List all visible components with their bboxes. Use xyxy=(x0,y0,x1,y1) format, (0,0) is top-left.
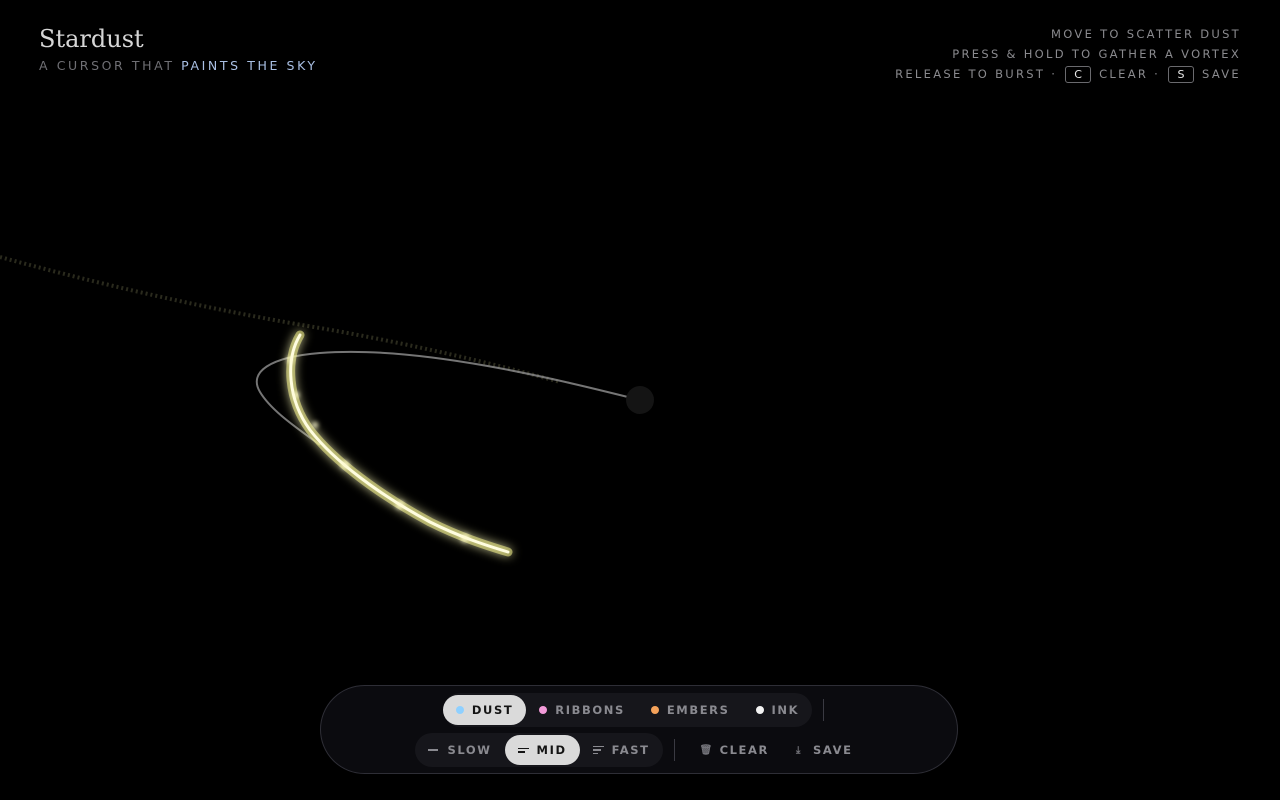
mode-dust-button[interactable]: DUST xyxy=(442,695,527,725)
sparkle-stroke xyxy=(286,330,513,557)
app-title: Stardust xyxy=(39,25,144,53)
clear-button[interactable]: 🗑 CLEAR xyxy=(690,735,779,765)
trash-icon: 🗑 xyxy=(699,744,714,756)
hint-move: MOVE TO SCATTER DUST xyxy=(1051,27,1241,41)
mode-ribbons-button[interactable]: RIBBONS xyxy=(526,695,638,725)
speed-fast-button[interactable]: FAST xyxy=(580,735,663,765)
speed-row: SLOW MID FAST 🗑 CLEAR ⤓ SAVE xyxy=(321,733,957,767)
mode-row: DUST RIBBONS EMBERS INK xyxy=(321,693,957,727)
save-label: SAVE xyxy=(812,743,853,757)
save-button[interactable]: ⤓ SAVE xyxy=(783,735,863,765)
single-line-icon xyxy=(428,749,439,751)
cursor-ring xyxy=(626,386,654,414)
sky-canvas[interactable] xyxy=(0,0,1280,800)
speed-mid-button[interactable]: MID xyxy=(504,735,580,765)
mode-ink-button[interactable]: INK xyxy=(743,695,813,725)
mode-embers-label: EMBERS xyxy=(666,703,730,717)
hint-release-text: RELEASE TO BURST · xyxy=(895,67,1058,81)
hint-save-text: SAVE xyxy=(1202,67,1241,81)
divider xyxy=(823,699,825,721)
hint-hold: PRESS & HOLD TO GATHER A VORTEX xyxy=(952,47,1241,61)
ink-dot-icon xyxy=(755,706,764,714)
clear-label: CLEAR xyxy=(719,743,769,757)
speed-slow-label: SLOW xyxy=(447,743,492,757)
speed-fast-label: FAST xyxy=(611,743,650,757)
tagline-accent: PAINTS THE SKY xyxy=(181,58,318,73)
speed-mid-label: MID xyxy=(536,743,567,757)
ribbons-dot-icon xyxy=(539,706,548,714)
clear-key: C xyxy=(1065,66,1092,83)
mode-selector: DUST RIBBONS EMBERS INK xyxy=(442,693,813,727)
tagline-prefix: A CURSOR THAT xyxy=(39,58,182,73)
mode-embers-button[interactable]: EMBERS xyxy=(638,695,743,725)
two-lines-icon xyxy=(517,747,529,753)
embers-dot-icon xyxy=(650,706,659,714)
speed-slow-button[interactable]: SLOW xyxy=(415,735,504,765)
divider xyxy=(673,739,675,761)
download-icon: ⤓ xyxy=(795,744,802,756)
save-key: S xyxy=(1168,66,1195,83)
sparkle-specks xyxy=(287,357,469,542)
three-lines-icon xyxy=(592,745,604,755)
control-dock: DUST RIBBONS EMBERS INK SLOW MID FAST 🗑 … xyxy=(320,685,958,774)
brand: Stardust A CURSOR THAT PAINTS THE SKY xyxy=(39,24,318,73)
dust-dot-icon xyxy=(455,706,464,714)
speed-selector: SLOW MID FAST xyxy=(415,733,663,767)
mode-ink-label: INK xyxy=(771,703,800,717)
tagline: A CURSOR THAT PAINTS THE SKY xyxy=(39,58,318,73)
mode-ribbons-label: RIBBONS xyxy=(555,703,625,717)
hint-clear-text: CLEAR · xyxy=(1099,67,1161,81)
instructions: MOVE TO SCATTER DUST PRESS & HOLD TO GAT… xyxy=(895,24,1241,84)
mode-dust-label: DUST xyxy=(471,703,514,717)
hint-release: RELEASE TO BURST · C CLEAR · S SAVE xyxy=(895,64,1241,84)
